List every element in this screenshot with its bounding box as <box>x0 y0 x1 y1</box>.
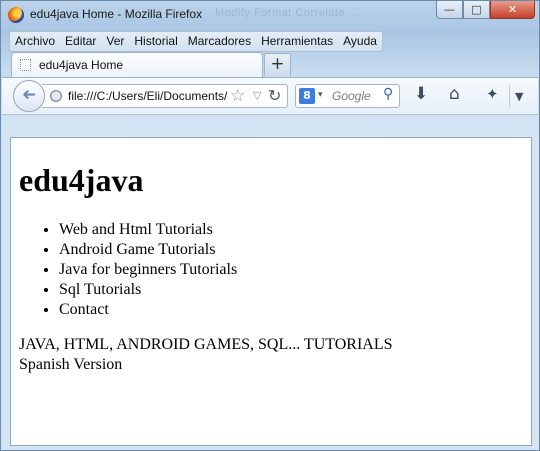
search-bar[interactable]: 8 ▾ Google ⚲ <box>295 84 400 108</box>
back-arrow-icon: ➜ <box>21 85 37 105</box>
search-magnifier-icon[interactable]: ⚲ <box>383 86 393 102</box>
tab-edu4java-home[interactable]: edu4java Home <box>11 52 263 77</box>
navigation-toolbar: file:///C:/Users/Eli/Documents/edu4java/… <box>2 77 538 115</box>
title-bar[interactable]: edu4java Home - Mozilla Firefox Modify F… <box>1 1 540 29</box>
link-sql-tutorials[interactable]: Sql Tutorials <box>59 280 237 300</box>
spanish-version-link[interactable]: Spanish Version <box>19 355 122 375</box>
menu-ver[interactable]: Ver <box>101 32 129 51</box>
home-icon[interactable]: ⌂ <box>449 85 460 103</box>
tab-label: edu4java Home <box>39 58 124 72</box>
firefox-logo-icon <box>8 7 24 23</box>
back-button[interactable]: ➜ <box>13 80 45 112</box>
addon-icon[interactable]: ✦ <box>486 85 499 103</box>
url-text[interactable]: file:///C:/Users/Eli/Documents/edu4java/… <box>68 89 228 103</box>
minimize-button[interactable]: — <box>436 1 463 19</box>
maximize-button[interactable]: □ <box>463 1 490 19</box>
faded-background-menu: Modify Format Correlate ... <box>215 7 360 19</box>
window-controls: — □ ✕ <box>436 1 535 20</box>
close-button[interactable]: ✕ <box>490 1 535 19</box>
menu-bar: Archivo Editar Ver Historial Marcadores … <box>9 31 383 52</box>
page-content: edu4java Web and Html Tutorials Android … <box>10 137 532 446</box>
reload-icon[interactable]: ↻ <box>268 86 281 105</box>
nav-link-list: Web and Html Tutorials Android Game Tuto… <box>19 220 237 320</box>
download-icon[interactable]: ⬇ <box>414 85 428 103</box>
menu-archivo[interactable]: Archivo <box>10 32 60 51</box>
page-heading: edu4java <box>19 162 144 198</box>
link-java-beginners-tutorials[interactable]: Java for beginners Tutorials <box>59 260 237 280</box>
tagline-text: JAVA, HTML, ANDROID GAMES, SQL... TUTORI… <box>19 336 393 353</box>
search-input[interactable]: Google <box>332 89 371 103</box>
bookmark-star-icon[interactable]: ☆ <box>230 86 245 106</box>
menu-dropdown-icon[interactable]: ▼ <box>515 88 523 106</box>
page-favicon-icon <box>20 59 31 71</box>
url-dropdown-icon[interactable]: ▽ <box>253 89 261 102</box>
menu-marcadores[interactable]: Marcadores <box>183 32 256 51</box>
menu-ayuda[interactable]: Ayuda <box>338 32 382 51</box>
browser-window: edu4java Home - Mozilla Firefox Modify F… <box>0 0 540 451</box>
window-title: edu4java Home - Mozilla Firefox <box>30 7 203 21</box>
toolbar-separator <box>509 85 510 107</box>
new-tab-button[interactable]: + <box>264 53 291 76</box>
google-engine-icon[interactable]: 8 <box>299 88 315 104</box>
menu-historial[interactable]: Historial <box>129 32 182 51</box>
menu-herramientas[interactable]: Herramientas <box>256 32 338 51</box>
link-contact[interactable]: Contact <box>59 300 237 320</box>
search-engine-dropdown-icon[interactable]: ▾ <box>318 90 323 100</box>
link-android-game-tutorials[interactable]: Android Game Tutorials <box>59 240 237 260</box>
url-bar[interactable]: file:///C:/Users/Eli/Documents/edu4java/… <box>42 84 288 108</box>
link-web-html-tutorials[interactable]: Web and Html Tutorials <box>59 220 237 240</box>
globe-icon <box>50 90 62 102</box>
menu-editar[interactable]: Editar <box>60 32 101 51</box>
